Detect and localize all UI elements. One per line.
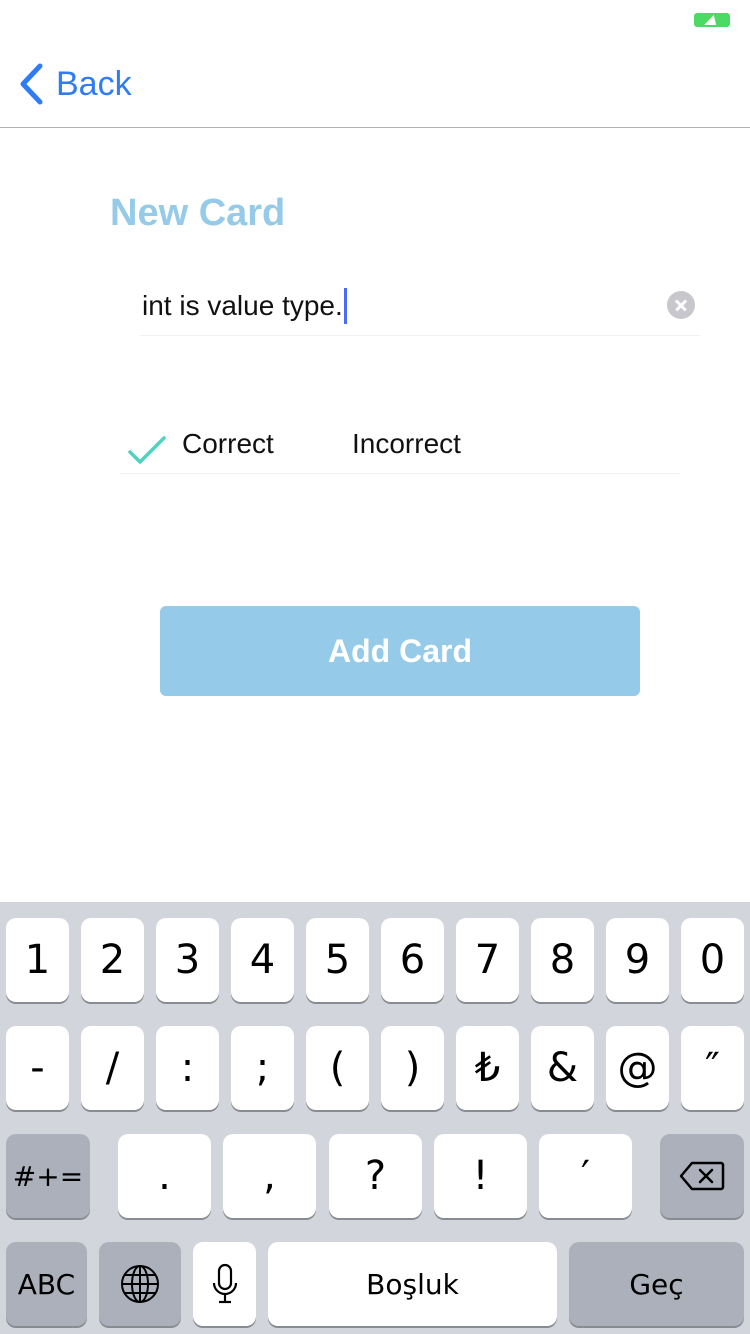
back-label: Back bbox=[56, 64, 132, 103]
delete-icon bbox=[679, 1161, 725, 1191]
clear-icon[interactable] bbox=[667, 291, 695, 319]
key-label: ₺ bbox=[474, 1045, 501, 1091]
key-label: , bbox=[263, 1153, 276, 1199]
microphone-key[interactable] bbox=[193, 1242, 256, 1326]
key-label: : bbox=[180, 1045, 195, 1091]
key-5[interactable]: 5 bbox=[306, 918, 369, 1002]
key-2[interactable]: 2 bbox=[81, 918, 144, 1002]
key-close-paren[interactable]: ) bbox=[381, 1026, 444, 1110]
key-4[interactable]: 4 bbox=[231, 918, 294, 1002]
key-lira[interactable]: ₺ bbox=[456, 1026, 519, 1110]
key-0[interactable]: 0 bbox=[681, 918, 744, 1002]
add-card-button[interactable]: Add Card bbox=[160, 606, 640, 696]
checkmark-icon bbox=[128, 436, 166, 464]
microphone-icon bbox=[212, 1263, 237, 1304]
keyboard: 1 2 3 4 5 6 7 8 9 0 - / : ; ( ) ₺ & @ ″ … bbox=[0, 902, 750, 1334]
key-8[interactable]: 8 bbox=[531, 918, 594, 1002]
key-prime[interactable]: ′ bbox=[539, 1134, 632, 1218]
key-label: - bbox=[30, 1045, 45, 1091]
key-label: Boşluk bbox=[366, 1267, 459, 1301]
key-label: ( bbox=[329, 1045, 346, 1091]
key-label: ″ bbox=[705, 1045, 720, 1091]
key-colon[interactable]: : bbox=[156, 1026, 219, 1110]
key-label: 2 bbox=[99, 937, 126, 983]
back-button[interactable]: Back bbox=[18, 60, 132, 108]
key-label: Geç bbox=[629, 1267, 684, 1301]
key-label: ? bbox=[364, 1153, 387, 1199]
key-label: 7 bbox=[474, 937, 501, 983]
key-label: ) bbox=[404, 1045, 421, 1091]
key-label: ; bbox=[255, 1045, 270, 1091]
question-value: int is value type. bbox=[142, 288, 347, 324]
answer-selector: Correct Incorrect bbox=[120, 420, 680, 474]
key-open-paren[interactable]: ( bbox=[306, 1026, 369, 1110]
question-text: int is value type. bbox=[142, 290, 343, 321]
key-label: 6 bbox=[399, 937, 426, 983]
page-title: New Card bbox=[110, 192, 286, 234]
key-label: 8 bbox=[549, 937, 576, 983]
key-label: 5 bbox=[324, 937, 351, 983]
nav-bar: Back bbox=[0, 40, 750, 128]
key-dash[interactable]: - bbox=[6, 1026, 69, 1110]
key-label: 0 bbox=[699, 937, 726, 983]
key-label: #+= bbox=[12, 1159, 84, 1193]
key-symbols[interactable]: #+= bbox=[6, 1134, 90, 1218]
question-input[interactable]: int is value type. bbox=[140, 274, 700, 336]
globe-key[interactable] bbox=[99, 1242, 181, 1326]
key-exclamation[interactable]: ! bbox=[434, 1134, 527, 1218]
key-question[interactable]: ? bbox=[329, 1134, 422, 1218]
key-slash[interactable]: / bbox=[81, 1026, 144, 1110]
space-key[interactable]: Boşluk bbox=[268, 1242, 557, 1326]
option-correct[interactable]: Correct bbox=[182, 428, 274, 460]
key-9[interactable]: 9 bbox=[606, 918, 669, 1002]
key-label: @ bbox=[617, 1045, 658, 1091]
key-label: ! bbox=[472, 1153, 489, 1199]
globe-icon bbox=[121, 1265, 159, 1303]
option-incorrect[interactable]: Incorrect bbox=[352, 428, 461, 460]
back-chevron-icon bbox=[20, 63, 43, 105]
key-double-prime[interactable]: ″ bbox=[681, 1026, 744, 1110]
key-7[interactable]: 7 bbox=[456, 918, 519, 1002]
key-label: 3 bbox=[174, 937, 201, 983]
battery-icon bbox=[694, 13, 730, 27]
key-label: 4 bbox=[249, 937, 276, 983]
key-comma[interactable]: , bbox=[223, 1134, 316, 1218]
key-label: & bbox=[546, 1045, 579, 1091]
key-label: 1 bbox=[24, 937, 51, 983]
key-6[interactable]: 6 bbox=[381, 918, 444, 1002]
key-at[interactable]: @ bbox=[606, 1026, 669, 1110]
key-semicolon[interactable]: ; bbox=[231, 1026, 294, 1110]
key-abc[interactable]: ABC bbox=[6, 1242, 87, 1326]
key-label: . bbox=[158, 1153, 171, 1199]
key-3[interactable]: 3 bbox=[156, 918, 219, 1002]
text-caret bbox=[343, 288, 347, 324]
key-period[interactable]: . bbox=[118, 1134, 211, 1218]
key-label: ABC bbox=[17, 1267, 76, 1301]
key-ampersand[interactable]: & bbox=[531, 1026, 594, 1110]
status-bar bbox=[0, 0, 750, 40]
key-1[interactable]: 1 bbox=[6, 918, 69, 1002]
key-label: ′ bbox=[580, 1153, 591, 1199]
return-key[interactable]: Geç bbox=[569, 1242, 744, 1326]
key-label: / bbox=[105, 1045, 120, 1091]
key-label: 9 bbox=[624, 937, 651, 983]
delete-key[interactable] bbox=[660, 1134, 744, 1218]
